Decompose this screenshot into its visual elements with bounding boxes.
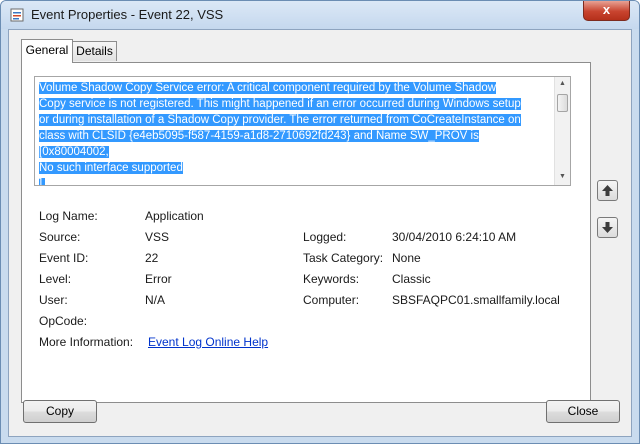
more-information-label: More Information: [39,335,134,349]
event-description-box[interactable]: Volume Shadow Copy Service error: A crit… [34,76,571,186]
user-label: User: [39,293,68,307]
close-button[interactable]: Close [546,400,620,423]
title-bar[interactable]: Event Properties - Event 22, VSS x [1,1,639,29]
computer-value: SBSFAQPC01.smallfamily.local [392,293,560,307]
event-description-text[interactable]: Volume Shadow Copy Service error: A crit… [39,80,551,185]
event-properties-window: Event Properties - Event 22, VSS x Gener… [0,0,640,444]
general-tab-panel: Volume Shadow Copy Service error: A crit… [21,62,591,403]
computer-label: Computer: [303,293,360,307]
scrollbar-thumb[interactable] [557,94,568,112]
description-line: No such interface supported [39,162,183,174]
log-name-value: Application [145,209,204,223]
opcode-label: OpCode: [39,314,88,328]
window-title: Event Properties - Event 22, VSS [31,7,224,22]
close-window-button[interactable]: x [583,1,630,21]
description-line: Volume Shadow Copy Service error: A crit… [39,82,497,94]
task-category-value: None [392,251,421,265]
close-icon: x [602,2,611,17]
event-log-online-help-link[interactable]: Event Log Online Help [148,335,268,349]
level-label: Level: [39,272,72,286]
copy-button[interactable]: Copy [23,400,97,423]
keywords-value: Classic [392,272,431,286]
source-label: Source: [39,230,81,244]
keywords-label: Keywords: [303,272,360,286]
description-line: Copy service is not registered. This mig… [39,98,521,110]
event-viewer-icon [10,8,24,22]
user-value: N/A [145,293,166,307]
level-value: Error [145,272,172,286]
event-id-value: 22 [145,251,159,265]
tab-general[interactable]: General [21,39,73,63]
scroll-down-arrow-icon[interactable]: ▼ [557,172,568,182]
dialog-body: General Details Volume Shadow Copy Servi… [8,29,632,437]
description-line: ]. [39,178,46,185]
description-line: class with CLSID {e4eb5095-f587-4159-a1d… [39,130,479,158]
next-event-button[interactable] [597,217,618,238]
logged-label: Logged: [303,230,347,244]
logged-value: 30/04/2010 6:24:10 AM [392,230,517,244]
source-value: VSS [145,230,170,244]
arrow-down-icon [602,222,613,233]
scroll-up-arrow-icon[interactable]: ▲ [557,79,568,89]
arrow-up-icon [602,185,613,196]
task-category-label: Task Category: [303,251,384,265]
previous-event-button[interactable] [597,180,618,201]
log-name-label: Log Name: [39,209,98,223]
event-id-label: Event ID: [39,251,89,265]
description-scrollbar[interactable]: ▲ ▼ [554,77,570,185]
tab-details[interactable]: Details [72,41,117,61]
description-line: or during installation of a Shadow Copy … [39,114,521,126]
